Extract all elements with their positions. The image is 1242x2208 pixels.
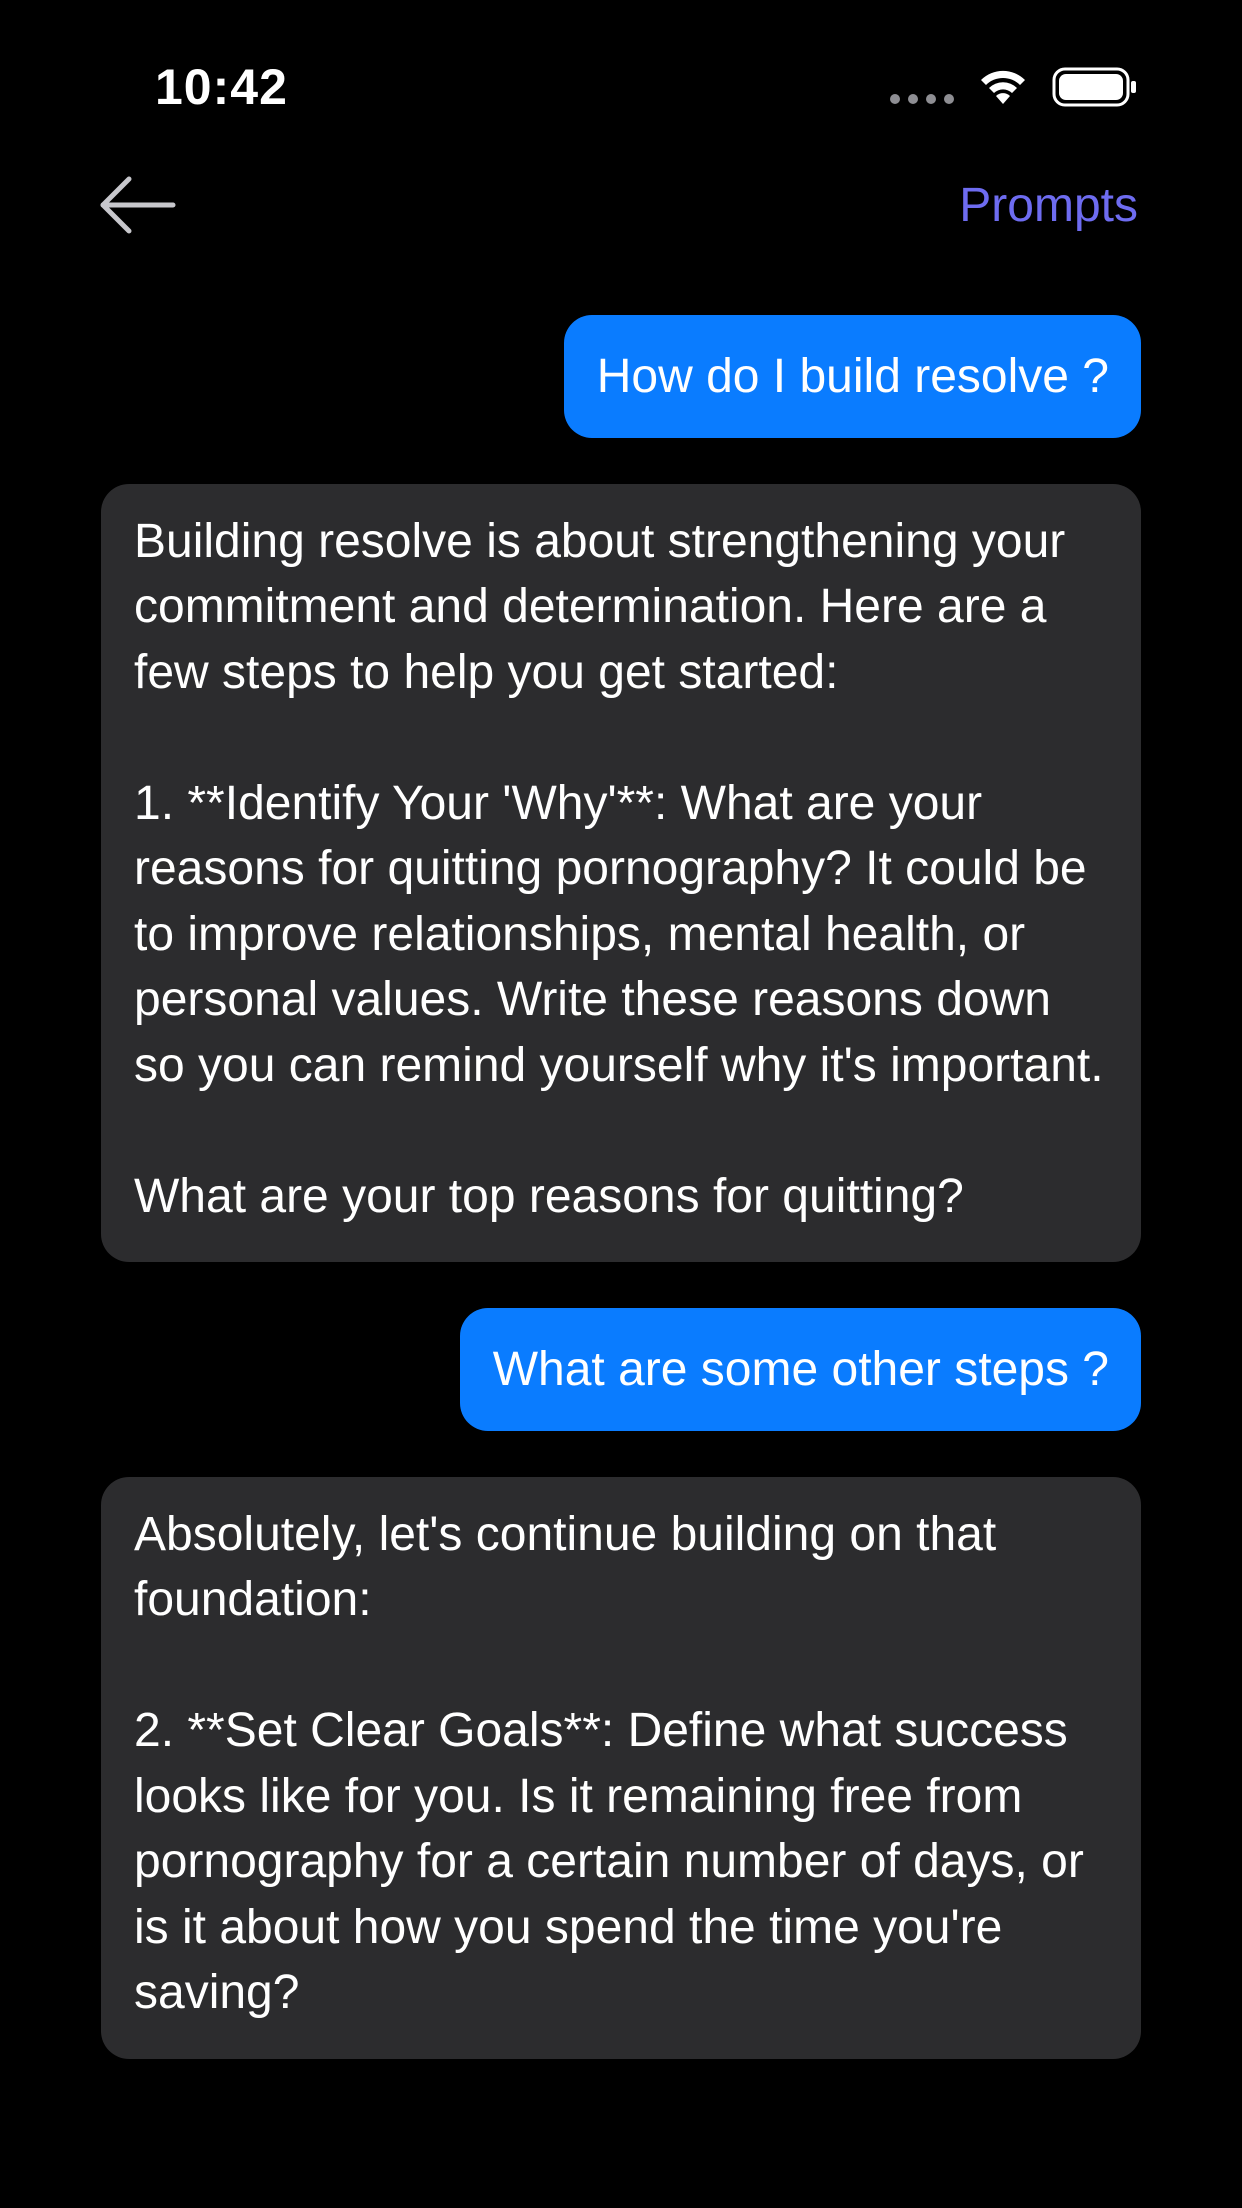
prompts-button[interactable]: Prompts [959, 178, 1138, 233]
message-row-assistant: Building resolve is about strengthening … [0, 483, 1242, 1262]
status-time: 10:42 [155, 59, 288, 115]
user-message-bubble[interactable]: What are some other steps ? [459, 1308, 1141, 1431]
message-row-user: What are some other steps ? [0, 1308, 1242, 1431]
arrow-left-icon [100, 176, 176, 234]
battery-icon [1052, 67, 1136, 107]
wifi-icon [981, 70, 1025, 104]
user-message-bubble[interactable]: How do I build resolve ? [563, 315, 1141, 438]
assistant-message-bubble[interactable]: Building resolve is about strengthening … [101, 483, 1141, 1262]
status-bar: 10:42 [0, 0, 1242, 170]
signal-dots-icon [890, 94, 954, 104]
back-button[interactable] [92, 170, 182, 240]
assistant-message-bubble[interactable]: Absolutely, let's continue building on t… [101, 1476, 1141, 2059]
message-row-assistant: Absolutely, let's continue building on t… [0, 1476, 1242, 2059]
nav-bar: Prompts [0, 170, 1242, 300]
message-row-user: How do I build resolve ? [0, 315, 1242, 438]
chat-message-list: How do I build resolve ? Building resolv… [0, 315, 1242, 2059]
